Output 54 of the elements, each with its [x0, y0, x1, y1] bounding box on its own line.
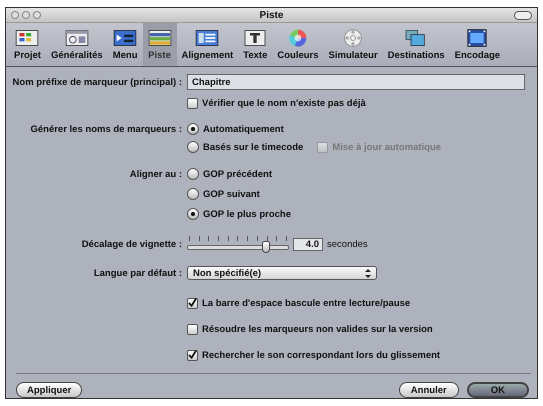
field-label: Générer les noms de marqueurs : [29, 124, 183, 134]
cancel-button[interactable]: Annuler [398, 382, 459, 398]
field-label: Aligner au : [128, 168, 183, 180]
checkbox-label: Mise à jour automatique [332, 142, 442, 152]
toolbar-tab[interactable]: Menu [108, 23, 142, 66]
toolbar-tab[interactable]: Alignement [176, 23, 238, 66]
close-button[interactable] [11, 11, 19, 19]
minimize-button[interactable] [22, 11, 30, 19]
menu-icon [113, 28, 138, 48]
radio-label: GOP suivant [203, 188, 260, 200]
toolbar-tab[interactable]: Encodage [450, 23, 506, 66]
toolbar-tab[interactable]: Piste [142, 23, 176, 66]
checkbox-label: Vérifier que le nom n'existe pas déjà [202, 98, 366, 108]
slider-thumb[interactable] [262, 241, 270, 253]
ok-button[interactable]: OK [466, 382, 529, 398]
checkbox-label: Résoudre les marqueurs non valides sur la version [202, 324, 433, 334]
field-label: Langue par défaut : [92, 268, 183, 278]
checkbox-label: La barre d'espace bascule entre lecture/pause [202, 298, 410, 308]
number-field[interactable]: 4.0 [293, 238, 323, 250]
toolbar-toggle-button[interactable] [514, 11, 532, 20]
window-title: Piste [260, 10, 284, 21]
checkbox-label: Rechercher le son correspondant lors du glissement [202, 350, 440, 360]
checkbox[interactable] [187, 324, 198, 334]
radio-button[interactable] [187, 188, 199, 200]
panes-icon [15, 28, 40, 48]
radio-button[interactable] [187, 141, 199, 153]
radio-label: Automatiquement [203, 124, 284, 134]
apply-button[interactable]: Appliquer [16, 382, 82, 398]
toolbar-tab[interactable]: Texte [238, 23, 272, 66]
radio-label: GOP le plus proche [203, 208, 291, 220]
input-field[interactable]: Chapitre [187, 74, 525, 90]
checkbox[interactable] [187, 98, 198, 108]
field-label: Nom préfixe de marqueur (principal) : [12, 76, 183, 88]
language-dropdown[interactable]: Non spécifié(e) [187, 266, 377, 280]
toolbar-tab[interactable]: Couleurs [272, 23, 324, 66]
zoom-button[interactable] [33, 11, 41, 19]
radio-button[interactable] [187, 208, 199, 220]
checkbox[interactable] [187, 298, 198, 308]
toolbar-tab[interactable]: Simulateur [324, 23, 383, 66]
radio-label: Basés sur le timecode [203, 142, 304, 152]
field-label: Décalage de vignette : [80, 238, 183, 250]
radio-button[interactable] [187, 168, 199, 180]
radio-label: GOP précédent [203, 168, 272, 180]
window-icon [64, 28, 89, 48]
list-icon [195, 28, 220, 48]
toolbar-tab[interactable]: Destinations [382, 23, 450, 66]
text-icon [243, 28, 268, 48]
stepper-arrows-icon [365, 268, 371, 278]
tracks-icon [148, 28, 172, 48]
checkbox[interactable] [187, 350, 198, 360]
unit-label: secondes [327, 238, 368, 250]
toolbar-tab[interactable]: Généralités [46, 23, 108, 66]
toolbar-tab[interactable]: Projet [9, 23, 46, 66]
radio-button[interactable] [187, 123, 199, 135]
